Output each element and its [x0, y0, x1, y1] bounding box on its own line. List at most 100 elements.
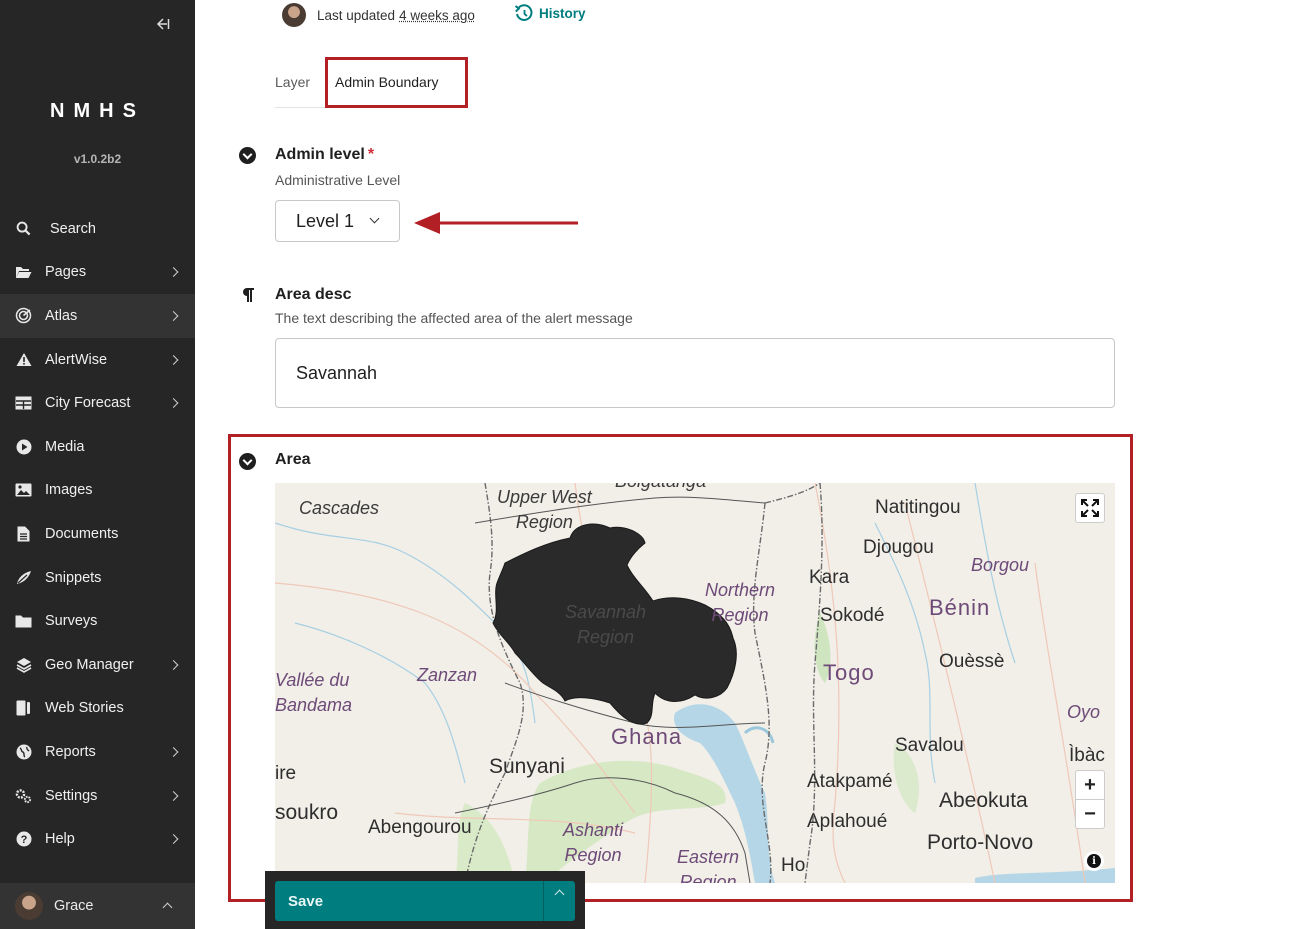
history-icon — [514, 4, 533, 21]
fullscreen-button[interactable] — [1075, 493, 1105, 523]
sidebar-item-help[interactable]: ? Help — [0, 817, 195, 861]
map-label-natitingou: Natitingou — [875, 497, 961, 518]
map-label-aplahoue: Aplahoué — [807, 811, 888, 832]
area-map[interactable]: Cascades Upper West Region Bolgatanga Na… — [275, 483, 1115, 883]
avatar — [282, 3, 306, 27]
globe-icon — [15, 743, 32, 760]
version-label: v1.0.2b2 — [73, 152, 122, 166]
map-label-abeokuta: Abeokuta — [939, 789, 1028, 812]
map-label-ouesse: Ouèssè — [939, 651, 1005, 672]
area-desc-input[interactable]: Savannah — [275, 338, 1115, 408]
required-mark: * — [367, 146, 375, 163]
chevron-right-icon — [168, 354, 179, 365]
map-label-soukro: soukro — [275, 801, 339, 824]
chevron-right-icon — [168, 834, 179, 845]
sidebar-item-city-forecast[interactable]: City Forecast — [0, 381, 195, 425]
avatar — [15, 892, 43, 920]
search-icon — [15, 220, 32, 237]
stories-icon — [15, 700, 32, 717]
map-info-button[interactable]: i — [1084, 851, 1104, 871]
map-label-ashanti: Ashanti Region — [563, 820, 624, 865]
map-label-sunyani: Sunyani — [489, 755, 565, 778]
sidebar-item-reports[interactable]: Reports — [0, 730, 195, 774]
collapse-sidebar-icon[interactable] — [150, 14, 174, 34]
admin-level-value: Level 1 — [296, 210, 355, 231]
sidebar-item-web-stories[interactable]: Web Stories — [0, 687, 195, 731]
sidebar-item-pages[interactable]: Pages — [0, 251, 195, 295]
paragraph-icon — [239, 286, 257, 304]
chevron-right-icon — [168, 659, 179, 670]
map-label-savannah: Savannah Region — [565, 602, 647, 647]
history-link[interactable]: History — [514, 4, 586, 23]
warning-icon — [15, 351, 32, 368]
highlight-box-tab — [325, 57, 468, 108]
save-button[interactable]: Save — [275, 881, 543, 921]
sidebar-item-snippets[interactable]: Snippets — [0, 556, 195, 600]
sidebar-item-atlas[interactable]: Atlas — [0, 294, 195, 338]
chevron-up-icon — [162, 902, 173, 913]
fullscreen-icon — [1081, 499, 1099, 517]
table-icon — [15, 395, 32, 412]
account-name: Grace — [54, 898, 94, 914]
svg-text:?: ? — [20, 834, 27, 846]
chevron-down-icon — [369, 213, 380, 224]
area-desc-label: Area desc — [275, 286, 352, 303]
zoom-out-button[interactable]: − — [1075, 799, 1105, 829]
sidebar-item-label: Documents — [45, 525, 119, 542]
map-label-atakpame: Atakpamé — [807, 771, 893, 792]
tab-layer[interactable]: Layer — [275, 74, 310, 90]
zoom-in-button[interactable]: + — [1075, 770, 1105, 800]
sidebar-item-geo-manager[interactable]: Geo Manager — [0, 643, 195, 687]
sidebar-item-label: Web Stories — [45, 700, 124, 717]
save-bar: Save — [265, 871, 585, 929]
sidebar-item-label: Search — [50, 220, 96, 237]
map-label-djougou: Djougou — [863, 537, 934, 558]
map-label-borgou: Borgou — [971, 555, 1030, 575]
folder-icon — [15, 613, 32, 630]
map-label-togo: Togo — [823, 660, 875, 685]
sidebar-item-search[interactable]: Search — [0, 207, 195, 251]
sidebar-item-images[interactable]: Images — [0, 469, 195, 513]
snippet-icon — [15, 569, 32, 586]
map-label-oyo: Oyo — [1067, 702, 1101, 722]
admin-level-label: Admin level * — [275, 146, 374, 164]
info-icon: i — [1087, 854, 1101, 868]
collapse-section-icon[interactable] — [238, 452, 256, 470]
admin-level-select[interactable]: Level 1 — [275, 200, 400, 242]
sidebar-item-label: Help — [45, 831, 75, 848]
document-icon — [15, 525, 32, 542]
save-options-toggle[interactable] — [543, 881, 575, 921]
folder-open-icon — [15, 264, 32, 281]
area-label: Area — [275, 451, 311, 468]
map-label-savalou: Savalou — [895, 735, 964, 756]
map-label-benin: Bénin — [929, 595, 991, 620]
chevron-right-icon — [168, 790, 179, 801]
sidebar-item-surveys[interactable]: Surveys — [0, 599, 195, 643]
sidebar-item-settings[interactable]: Settings — [0, 774, 195, 818]
map-label-porto-novo: Porto-Novo — [927, 831, 1034, 854]
sidebar-item-label: Atlas — [45, 307, 78, 324]
sidebar-item-documents[interactable]: Documents — [0, 512, 195, 556]
sidebar-item-label: Settings — [45, 787, 98, 804]
last-updated-time: 4 weeks ago — [399, 7, 475, 23]
brand-title[interactable]: NMHS — [0, 100, 195, 123]
annotation-arrow-icon — [414, 212, 578, 234]
map-label-kara: Kara — [809, 567, 850, 588]
map-label-vallee: Vallée du Bandama — [275, 670, 353, 715]
map-label-ho: Ho — [781, 855, 806, 876]
sidebar-item-alertwise[interactable]: AlertWise — [0, 338, 195, 382]
sidebar-item-label: Media — [45, 438, 85, 455]
sidebar-item-label: Pages — [45, 264, 87, 281]
map-label-ibadan: Ìbàc — [1069, 745, 1105, 766]
sidebar-item-label: Reports — [45, 743, 96, 760]
map-label-sokode: Sokodé — [820, 605, 885, 626]
sidebar-item-media[interactable]: Media — [0, 425, 195, 469]
play-icon — [15, 438, 32, 455]
collapse-section-icon[interactable] — [238, 146, 256, 164]
sidebar-item-label: Images — [45, 482, 93, 499]
sidebar-menu: Search Pages Atlas AlertWise City Foreca… — [0, 207, 195, 861]
help-icon: ? — [15, 831, 32, 848]
area-desc-value: Savannah — [296, 362, 378, 383]
sidebar: NMHS v1.0.2b2 Search Pages Atlas AlertWi… — [0, 0, 195, 929]
account-menu[interactable]: Grace — [0, 883, 195, 929]
